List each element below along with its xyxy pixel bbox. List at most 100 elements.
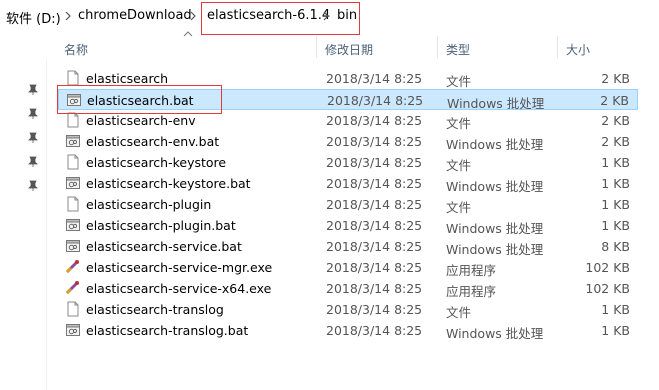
file-row[interactable]: elasticsearch-service-mgr.exe 2018/3/14 … — [58, 257, 638, 278]
batch-file-icon — [66, 92, 82, 108]
file-row[interactable]: elasticsearch-env.bat 2018/3/14 8:25 Win… — [58, 131, 638, 152]
application-icon — [65, 280, 81, 296]
file-date: 2018/3/14 8:25 — [326, 197, 423, 212]
pin-icon[interactable] — [27, 132, 39, 144]
file-type: 文件 — [446, 305, 472, 320]
file-date: 2018/3/14 8:25 — [326, 302, 423, 317]
file-size: 1 KB — [601, 218, 630, 233]
file-name: elasticsearch-service-mgr.exe — [86, 260, 273, 275]
file-date: 2018/3/14 8:25 — [326, 71, 423, 86]
file-name: elasticsearch-plugin — [86, 197, 212, 212]
file-type: 文件 — [446, 158, 472, 173]
file-name: elasticsearch-plugin.bat — [86, 218, 236, 233]
pin-icon[interactable] — [27, 180, 39, 192]
file-icon — [65, 301, 81, 317]
file-type: Windows 批处理 — [446, 242, 544, 257]
file-name: elasticsearch-keystore — [86, 155, 227, 170]
file-name: elasticsearch.bat — [87, 93, 194, 108]
breadcrumb-chromedownload[interactable]: chromeDownload — [78, 8, 192, 23]
file-date: 2018/3/14 8:25 — [326, 239, 423, 254]
file-icon — [65, 112, 81, 128]
batch-file-icon — [65, 217, 81, 233]
file-row[interactable]: elasticsearch-keystore 2018/3/14 8:25 文件… — [58, 152, 638, 173]
file-type: Windows 批处理 — [446, 326, 544, 341]
batch-file-icon — [65, 133, 81, 149]
file-size: 102 KB — [585, 260, 630, 275]
file-size: 1 KB — [601, 302, 630, 317]
file-size: 102 KB — [585, 281, 630, 296]
file-size: 8 KB — [601, 239, 630, 254]
file-date: 2018/3/14 8:25 — [326, 155, 423, 170]
address-bar[interactable]: 软件 (D:) chromeDownload elasticsearch-6.1… — [0, 0, 659, 34]
file-row[interactable]: elasticsearch 2018/3/14 8:25 文件 2 KB — [58, 68, 638, 89]
file-type: Windows 批处理 — [446, 179, 544, 194]
column-divider[interactable] — [316, 36, 317, 58]
column-header-bar: 名称 修改日期 类型 大小 — [0, 34, 659, 60]
file-icon — [65, 70, 81, 86]
file-size: 2 KB — [601, 71, 630, 86]
file-type: 应用程序 — [446, 284, 497, 299]
file-row[interactable]: elasticsearch-service.bat 2018/3/14 8:25… — [58, 236, 638, 257]
file-name: elasticsearch-env — [86, 113, 196, 128]
file-name: elasticsearch — [86, 71, 169, 86]
column-divider[interactable] — [437, 36, 438, 58]
chevron-right-icon[interactable] — [188, 9, 198, 23]
file-type: 文件 — [446, 200, 472, 215]
batch-file-icon — [65, 175, 81, 191]
batch-file-icon — [65, 322, 81, 338]
file-row-selected[interactable]: elasticsearch.bat 2018/3/14 8:25 Windows… — [58, 89, 638, 111]
file-icon — [65, 154, 81, 170]
file-date: 2018/3/14 8:25 — [326, 134, 423, 149]
file-row[interactable]: elasticsearch-translog 2018/3/14 8:25 文件… — [58, 299, 638, 320]
file-size: 1 KB — [601, 176, 630, 191]
column-header-size[interactable]: 大小 — [566, 41, 590, 58]
file-name: elasticsearch-service.bat — [86, 239, 242, 254]
file-type: 应用程序 — [446, 263, 497, 278]
vertical-scrollbar[interactable] — [640, 60, 659, 390]
file-name: elasticsearch-service-x64.exe — [86, 281, 272, 296]
file-size: 2 KB — [601, 113, 630, 128]
column-header-name[interactable]: 名称 — [64, 41, 88, 58]
breadcrumb-drive[interactable]: 软件 (D:) — [6, 8, 61, 27]
file-type: 文件 — [446, 116, 472, 131]
file-size: 1 KB — [601, 155, 630, 170]
pane-divider[interactable] — [46, 60, 47, 390]
file-type: Windows 批处理 — [446, 137, 544, 152]
file-size: 1 KB — [601, 323, 630, 338]
file-name: elasticsearch-env.bat — [86, 134, 220, 149]
breadcrumb-elasticsearch[interactable]: elasticsearch-6.1.4 — [207, 8, 330, 23]
application-icon — [65, 259, 81, 275]
file-date: 2018/3/14 8:25 — [327, 93, 424, 108]
chevron-right-icon[interactable] — [321, 9, 331, 23]
file-size: 2 KB — [601, 134, 630, 149]
file-size: 2 KB — [600, 93, 629, 108]
file-row[interactable]: elasticsearch-env 2018/3/14 8:25 文件 2 KB — [58, 110, 638, 131]
column-divider[interactable] — [557, 36, 558, 58]
file-row[interactable]: elasticsearch-service-x64.exe 2018/3/14 … — [58, 278, 638, 299]
file-name: elasticsearch-translog — [86, 302, 224, 317]
file-date: 2018/3/14 8:25 — [326, 260, 423, 275]
file-type: Windows 批处理 — [446, 221, 544, 236]
file-type: 文件 — [446, 74, 472, 89]
file-row[interactable]: elasticsearch-plugin.bat 2018/3/14 8:25 … — [58, 215, 638, 236]
navigation-pane — [0, 60, 46, 390]
file-name: elasticsearch-keystore.bat — [86, 176, 251, 191]
sort-ascending-icon — [183, 31, 193, 37]
file-row[interactable]: elasticsearch-keystore.bat 2018/3/14 8:2… — [58, 173, 638, 194]
file-date: 2018/3/14 8:25 — [326, 323, 423, 338]
breadcrumb-bin[interactable]: bin — [337, 8, 357, 23]
file-date: 2018/3/14 8:25 — [326, 218, 423, 233]
file-row[interactable]: elasticsearch-translog.bat 2018/3/14 8:2… — [58, 320, 638, 341]
pin-icon[interactable] — [27, 156, 39, 168]
pin-icon[interactable] — [27, 84, 39, 96]
file-size: 1 KB — [601, 197, 630, 212]
file-name: elasticsearch-translog.bat — [86, 323, 249, 338]
file-date: 2018/3/14 8:25 — [326, 176, 423, 191]
file-date: 2018/3/14 8:25 — [326, 281, 423, 296]
batch-file-icon — [65, 238, 81, 254]
chevron-right-icon[interactable] — [63, 9, 73, 23]
column-header-date[interactable]: 修改日期 — [325, 41, 373, 58]
column-header-type[interactable]: 类型 — [446, 41, 470, 58]
file-row[interactable]: elasticsearch-plugin 2018/3/14 8:25 文件 1… — [58, 194, 638, 215]
pin-icon[interactable] — [27, 108, 39, 120]
